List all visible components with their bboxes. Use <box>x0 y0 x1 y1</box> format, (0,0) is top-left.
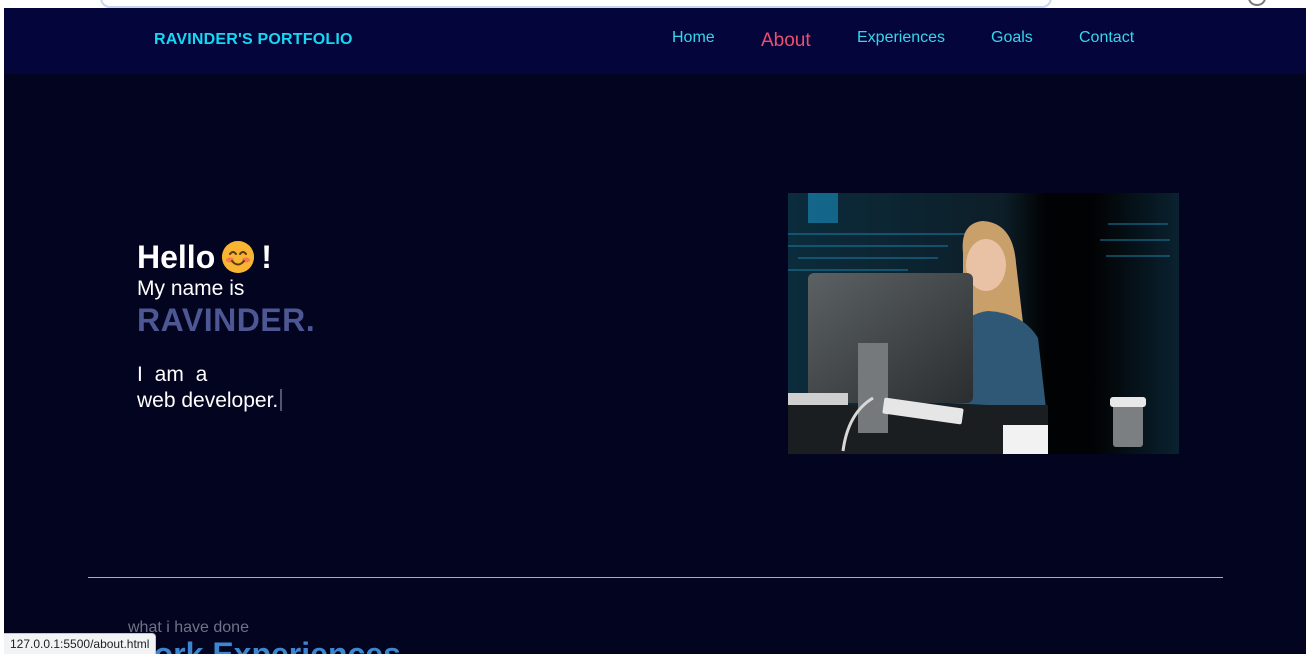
smiling-face-icon <box>221 240 255 274</box>
woman-at-computer-image <box>788 193 1179 454</box>
nav-link-goals[interactable]: Goals <box>991 29 1033 47</box>
page: RAVINDER'S PORTFOLIO Home About Experien… <box>4 8 1306 654</box>
browser-chrome-strip <box>0 0 1306 8</box>
section-title: Work Experiences <box>124 636 401 654</box>
hero-intro: Hello ! My name is RAVINDER. I am a web … <box>137 238 315 414</box>
navbar: RAVINDER'S PORTFOLIO Home About Experien… <box>4 8 1306 74</box>
role-typed-text: web developer. <box>137 389 279 412</box>
greeting-exclamation: ! <box>261 238 272 275</box>
hero-photo <box>788 193 1179 454</box>
role-line: web developer. <box>137 388 315 414</box>
greeting-heading: Hello ! <box>137 238 315 276</box>
section-divider <box>88 577 1223 578</box>
nav-link-about[interactable]: About <box>761 30 811 52</box>
name-heading: RAVINDER. <box>137 302 316 338</box>
nav-link-experiences[interactable]: Experiences <box>857 29 945 47</box>
nav-link-contact[interactable]: Contact <box>1079 29 1134 47</box>
profile-icon[interactable] <box>1248 0 1266 6</box>
address-bar[interactable] <box>100 0 1052 8</box>
name-intro-text: My name is <box>137 277 245 300</box>
greeting-text: Hello <box>137 238 216 275</box>
brand-logo-text[interactable]: RAVINDER'S PORTFOLIO <box>154 31 353 49</box>
typing-caret <box>280 389 283 411</box>
nav-link-home[interactable]: Home <box>672 29 715 47</box>
window-bottom-border <box>0 654 1306 658</box>
iam-text: I am a <box>137 363 208 386</box>
